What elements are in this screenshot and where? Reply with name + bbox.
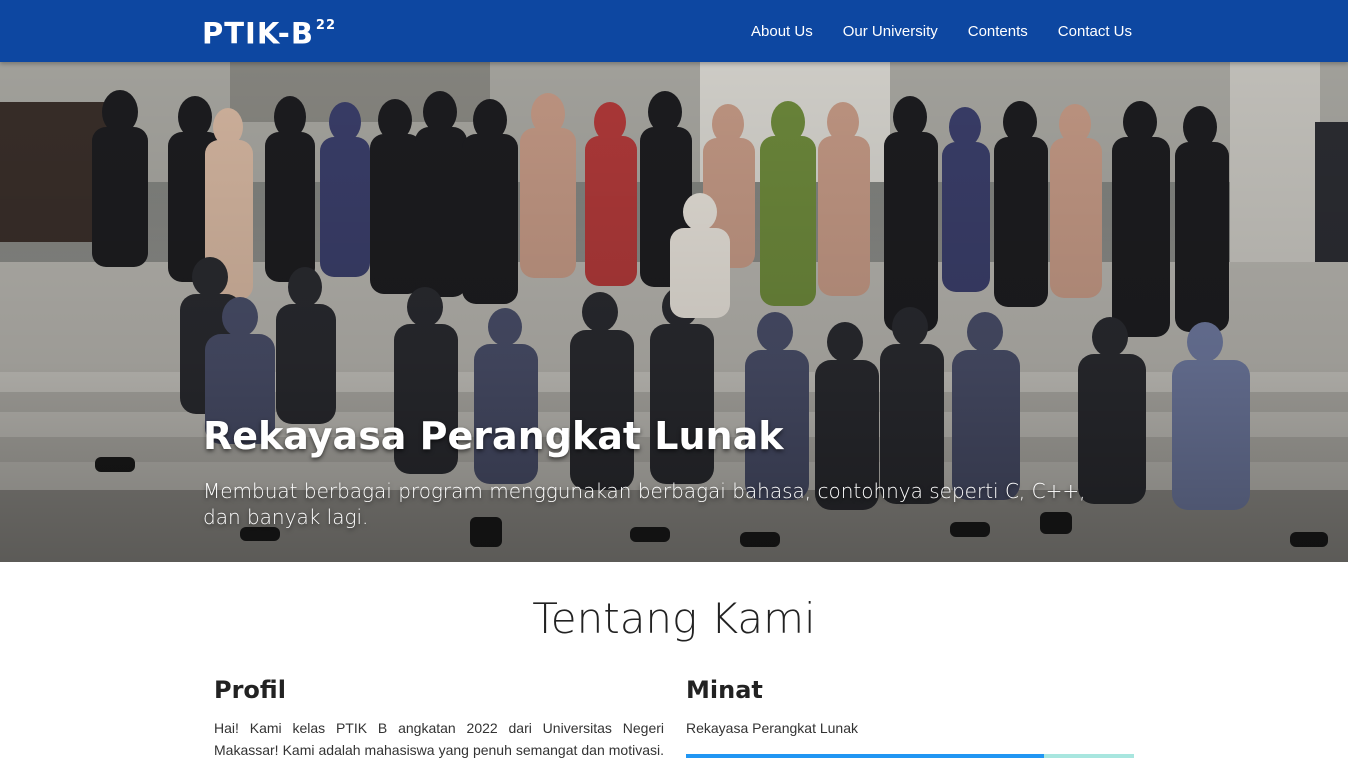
nav-link-contents[interactable]: Contents [968,23,1028,40]
nav-link-contact-us[interactable]: Contact Us [1058,23,1132,40]
profile-heading: Profil [214,676,286,704]
hero-subtitle: Membuat berbagai program menggunakan ber… [203,479,1086,529]
section-title-about: Tentang Kami [532,594,816,643]
brand-superscript: 22 [315,18,337,33]
nav-link-our-university[interactable]: Our University [843,23,938,40]
brand-text: PTIK-B [202,16,314,51]
interest-heading: Minat [686,676,763,704]
skill-progress-fill [686,754,1045,758]
hero-carousel: Rekayasa Perangkat Lunak Membuat berbaga… [0,62,1348,562]
skill-label: Rekayasa Perangkat Lunak [686,720,858,736]
navbar: PTIK-B 22 About Us Our University Content… [0,0,1348,62]
brand-logo[interactable]: PTIK-B 22 [202,12,336,52]
skill-progress-bar [686,754,1134,758]
nav-links: About Us Our University Contents Contact… [721,0,1132,62]
nav-link-about-us[interactable]: About Us [751,23,813,40]
profile-text: Hai! Kami kelas PTIK B angkatan 2022 dar… [214,720,664,758]
hero-title: Rekayasa Perangkat Lunak [203,414,784,458]
